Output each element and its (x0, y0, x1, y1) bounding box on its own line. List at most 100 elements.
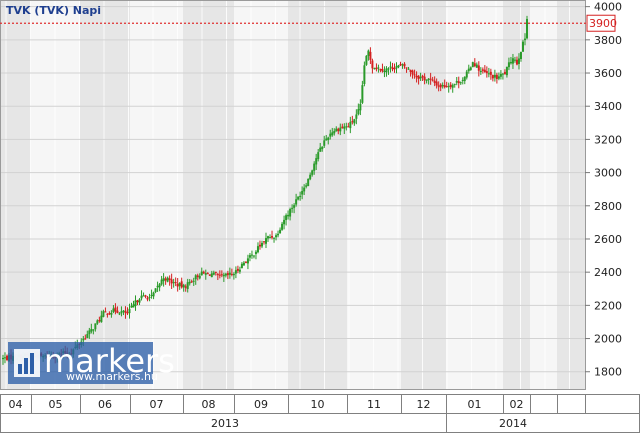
candle-body (445, 86, 448, 88)
candle-body (110, 312, 113, 315)
candle-body (136, 300, 139, 303)
candle-body (204, 273, 207, 275)
candle-body (441, 84, 444, 87)
candle-body (361, 85, 364, 103)
candle-body (140, 295, 143, 299)
candle-body (409, 69, 412, 73)
candle-body (92, 329, 95, 331)
y-tick-label: 2000 (594, 333, 622, 346)
candle-body (399, 63, 402, 66)
candle-body (351, 121, 354, 123)
candle-body (160, 279, 163, 285)
candle-body (126, 312, 129, 314)
candle-body (124, 310, 127, 314)
candle-body (238, 269, 241, 272)
candle-body (345, 126, 348, 128)
candle-body (146, 297, 149, 300)
candle-body (389, 66, 392, 68)
candle-body (483, 69, 486, 72)
candle-body (437, 85, 440, 87)
y-tick-label: 2800 (594, 200, 622, 213)
candle-body (106, 313, 109, 315)
candle-body (297, 196, 300, 200)
candle-body (271, 236, 274, 238)
candle-body (433, 80, 436, 83)
candle-body (341, 126, 344, 128)
y-tick-label: 3400 (594, 100, 622, 113)
candle-body (200, 271, 203, 276)
candle-body (252, 255, 255, 257)
y-tick-label: 4000 (594, 1, 622, 14)
candle-body (327, 137, 330, 141)
candle-body (421, 75, 424, 78)
candle-body (387, 68, 390, 70)
year-label: 2013 (211, 417, 239, 430)
month-band (530, 0, 557, 390)
candle-body (443, 85, 446, 88)
candle-body (128, 308, 131, 314)
candle-body (100, 315, 103, 323)
candle-body (463, 76, 466, 82)
month-label: 11 (367, 398, 381, 411)
candle-body (142, 295, 145, 297)
month-label: 01 (468, 398, 482, 411)
candle-body (156, 285, 159, 288)
candle-body (206, 272, 209, 274)
candle-body (220, 274, 223, 276)
month-label: 05 (49, 398, 63, 411)
candle-body (260, 242, 263, 247)
candle-body (453, 83, 456, 85)
candle-body (419, 76, 422, 79)
candle-body (309, 174, 312, 180)
candle-body (447, 86, 450, 88)
candle-body (403, 63, 406, 67)
candle-body (355, 114, 358, 119)
candle-body (317, 152, 320, 160)
candle-body (515, 59, 518, 65)
candle-body (497, 76, 500, 79)
candle-body (277, 233, 280, 236)
candle-body (501, 73, 504, 75)
candle-body (427, 78, 430, 80)
candle-body (98, 320, 101, 322)
candle-body (216, 274, 219, 276)
stock-chart: TVK (TVK) Napi markers www.markers.hu 18… (0, 0, 640, 433)
candle-body (523, 38, 526, 41)
candle-body (519, 51, 522, 60)
candle-body (265, 238, 268, 244)
candle-body (222, 274, 225, 277)
candle-body (311, 170, 314, 175)
y-tick-label: 2600 (594, 233, 622, 246)
candle-body (202, 271, 205, 274)
candle-body (507, 62, 510, 68)
candle-body (174, 282, 177, 284)
candle-body (84, 338, 87, 340)
candle-body (114, 307, 117, 312)
candle-body (391, 67, 394, 70)
candle-body (413, 74, 416, 76)
candle-body (335, 128, 338, 132)
candle-body (234, 270, 237, 274)
candle-body (182, 284, 185, 288)
candle-body (415, 75, 418, 78)
candle-body (208, 274, 211, 276)
candle-body (461, 79, 464, 81)
reference-label: 3900 (586, 14, 617, 32)
candle-body (469, 67, 472, 70)
candle-body (353, 119, 356, 124)
year-labels: 2013 2014 (211, 413, 527, 433)
y-tick-label: 3600 (594, 67, 622, 80)
candle-body (283, 219, 286, 225)
candle-body (138, 299, 141, 303)
y-axis: 1800 2000 2200 2400 2600 2800 3000 3200 3400 3600… (585, 1, 622, 379)
candle-body (295, 199, 298, 205)
candle-body (279, 229, 282, 234)
candle-body (381, 68, 384, 72)
candle-body (262, 241, 265, 243)
candle-body (331, 132, 334, 136)
candle-body (178, 282, 181, 287)
candle-body (357, 109, 360, 115)
candle-body (431, 79, 434, 81)
month-label: 02 (510, 398, 524, 411)
candle-body (273, 237, 276, 239)
